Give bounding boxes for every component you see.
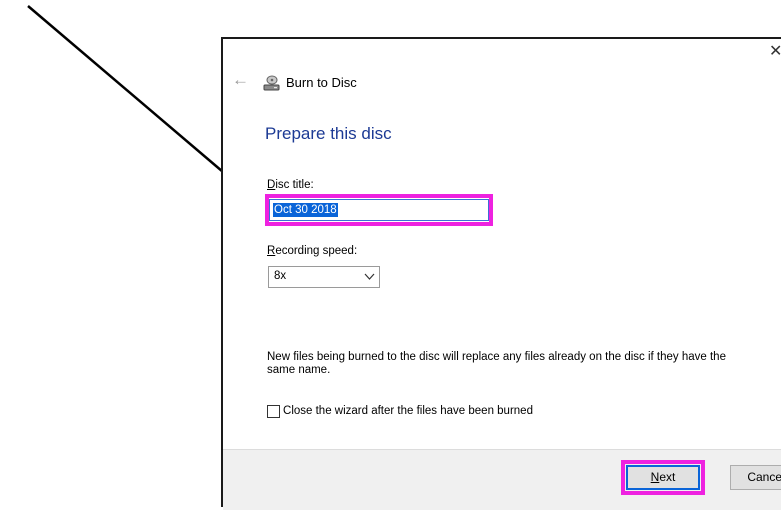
back-arrow-icon[interactable]: ← (232, 70, 249, 90)
close-wizard-label-text: lose the wizard after the files have bee… (291, 405, 533, 417)
disc-title-label-text: isc title: (275, 179, 314, 191)
recording-speed-value: 8x (274, 270, 287, 282)
next-button-highlight (621, 460, 705, 495)
disc-drive-icon (263, 75, 280, 91)
overwrite-notice: New files being burned to the disc will … (267, 351, 726, 376)
cancel-button[interactable]: Cancel (730, 465, 781, 490)
close-wizard-checkbox[interactable] (267, 405, 280, 418)
chevron-down-icon (364, 273, 375, 280)
disc-title-highlight (265, 194, 493, 226)
burn-to-disc-dialog: ✕ ← Burn to Disc Prepare this disc Disc … (221, 37, 781, 510)
recording-speed-select[interactable]: 8x (268, 266, 380, 288)
page-heading: Prepare this disc (265, 124, 392, 143)
recording-speed-label-text: ecording speed: (275, 245, 358, 257)
recording-speed-label: Recording speed: (267, 245, 357, 257)
window-title: Burn to Disc (286, 75, 357, 90)
close-wizard-label[interactable]: Close the wizard after the files have be… (283, 405, 533, 417)
disc-title-label: Disc title: (267, 179, 314, 191)
annotation-arrow (27, 5, 237, 184)
close-icon[interactable]: ✕ (769, 41, 781, 61)
